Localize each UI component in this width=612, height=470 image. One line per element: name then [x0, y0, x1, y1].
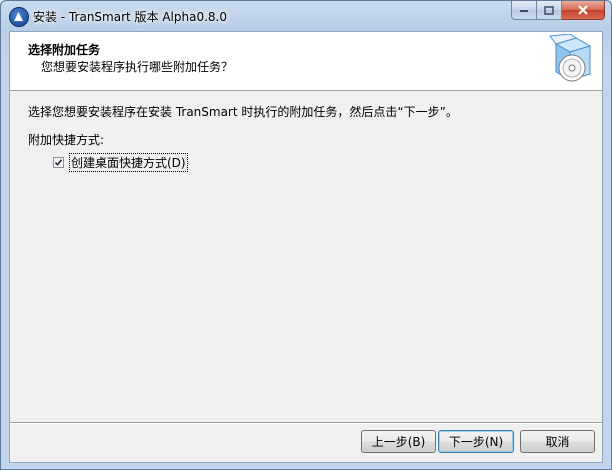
installer-window: 安装 - TranSmart 版本 Alpha0.8.0 选择附加任务 您想要安… — [0, 0, 612, 470]
window-title: 安装 - TranSmart 版本 Alpha0.8.0 — [33, 10, 227, 24]
footer-divider — [10, 422, 602, 424]
cancel-button[interactable]: 取消 — [520, 430, 595, 453]
desktop-shortcut-checkbox[interactable] — [53, 157, 64, 168]
desktop-shortcut-label[interactable]: 创建桌面快捷方式(D) — [69, 153, 188, 172]
caption-buttons — [511, 1, 605, 21]
wizard-header: 选择附加任务 您想要安装程序执行哪些附加任务？ — [10, 32, 602, 91]
transmart-logo-icon — [9, 7, 29, 27]
task-description: 选择您想要安装程序在安装 TranSmart 时执行的附加任务，然后点击“下一步… — [28, 105, 458, 119]
page-subtitle: 您想要安装程序执行哪些附加任务？ — [41, 60, 234, 74]
wizard-client-area: 选择附加任务 您想要安装程序执行哪些附加任务？ 选择您想要安装程序在安装 Tra… — [9, 31, 603, 463]
setup-box-cd-icon — [549, 34, 592, 82]
title-bar[interactable]: 安装 - TranSmart 版本 Alpha0.8.0 — [1, 1, 611, 31]
next-button[interactable]: 下一步(N) — [438, 430, 514, 453]
close-icon — [578, 5, 588, 15]
minimize-button[interactable] — [511, 1, 537, 20]
minimize-icon — [520, 10, 528, 12]
close-button[interactable] — [562, 1, 605, 20]
maximize-button[interactable] — [537, 1, 562, 20]
checkmark-icon — [54, 159, 63, 167]
desktop-shortcut-option[interactable]: 创建桌面快捷方式(D) — [53, 153, 188, 172]
back-button[interactable]: 上一步(B) — [361, 430, 436, 453]
maximize-icon — [544, 5, 554, 15]
shortcut-group-label: 附加快捷方式: — [28, 133, 105, 147]
page-title: 选择附加任务 — [28, 43, 101, 57]
